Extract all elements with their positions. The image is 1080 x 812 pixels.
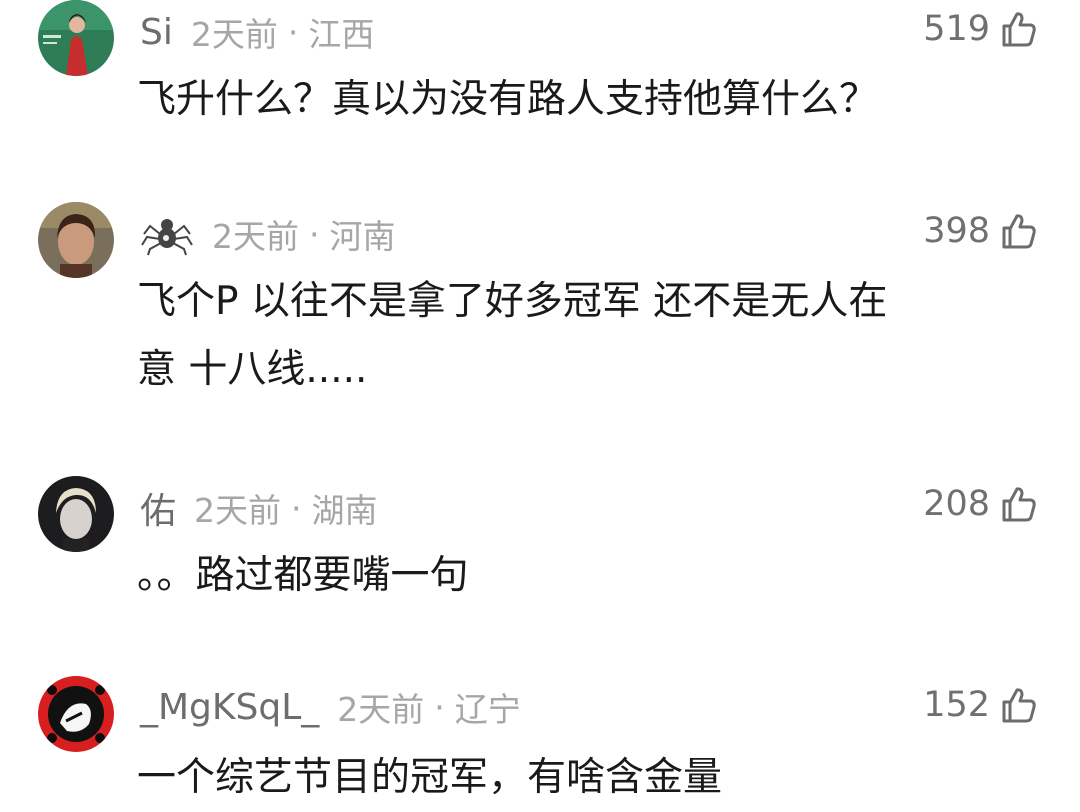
spider-icon[interactable] bbox=[140, 212, 194, 256]
thumbs-up-icon[interactable] bbox=[998, 685, 1038, 725]
comment-location: 江西 bbox=[308, 15, 375, 54]
comment-item: _MgKSqL_ 2天前 · 辽宁 152 一个综艺节目的冠军，有啥含金量 bbox=[0, 676, 1080, 800]
comment-text: 。。路过都要嘴一句 bbox=[137, 553, 469, 598]
like-count: 152 bbox=[923, 685, 990, 725]
meta-separator: · bbox=[434, 687, 445, 727]
like-button[interactable]: 208 bbox=[923, 482, 1038, 526]
comment-time: 2天前 bbox=[337, 690, 425, 729]
avatar[interactable] bbox=[38, 476, 114, 552]
comment-time: 2天前 bbox=[212, 217, 299, 256]
meta-separator: · bbox=[309, 214, 320, 254]
avatar[interactable] bbox=[38, 676, 114, 752]
comment-meta: Si 2天前 · 江西 bbox=[140, 10, 375, 55]
comment-meta: _MgKSqL_ 2天前 · 辽宁 bbox=[140, 685, 521, 730]
avatar[interactable] bbox=[38, 202, 114, 278]
avatar[interactable] bbox=[38, 0, 114, 76]
thumbs-up-icon[interactable] bbox=[998, 211, 1038, 251]
comment-item: 佑 2天前 · 湖南 208 。。路过都要嘴一句 bbox=[0, 474, 1080, 644]
comment-text: 飞个P 以往不是拿了好多冠军 还不是无人在 意 十八线..... bbox=[137, 279, 888, 392]
thumbs-up-icon[interactable] bbox=[998, 9, 1038, 49]
comment-time: 2天前 bbox=[190, 15, 278, 54]
username[interactable]: Si bbox=[140, 12, 173, 53]
username[interactable]: 佑 bbox=[140, 482, 176, 534]
comment-location: 辽宁 bbox=[454, 690, 521, 729]
thumbs-up-icon[interactable] bbox=[998, 484, 1038, 524]
comment-item: Si 2天前 · 江西 519 飞升什么？真以为没有路人支持他算什么？ bbox=[0, 0, 1080, 170]
comment-time: 2天前 bbox=[194, 491, 282, 530]
like-button[interactable]: 519 bbox=[923, 7, 1038, 51]
username[interactable]: _MgKSqL_ bbox=[140, 687, 319, 728]
like-count: 519 bbox=[923, 9, 990, 49]
comment-text: 飞升什么？真以为没有路人支持他算什么？ bbox=[137, 77, 879, 122]
like-count: 398 bbox=[923, 211, 990, 251]
comment-meta: 佑 2天前 · 湖南 bbox=[140, 486, 378, 533]
like-button[interactable]: 398 bbox=[923, 209, 1038, 253]
comment-location: 湖南 bbox=[311, 491, 378, 530]
comment-location: 河南 bbox=[329, 217, 396, 256]
meta-separator: · bbox=[291, 488, 302, 528]
comment-text: 一个综艺节目的冠军，有啥含金量 bbox=[137, 755, 723, 800]
like-button[interactable]: 152 bbox=[923, 683, 1038, 727]
comment-meta: 2天前 · 河南 bbox=[140, 212, 396, 256]
like-count: 208 bbox=[923, 484, 990, 524]
comment-item: 2天前 · 河南 398 飞个P 以往不是拿了好多冠军 还不是无人在 意 十八线… bbox=[0, 200, 1080, 430]
meta-separator: · bbox=[287, 12, 299, 52]
